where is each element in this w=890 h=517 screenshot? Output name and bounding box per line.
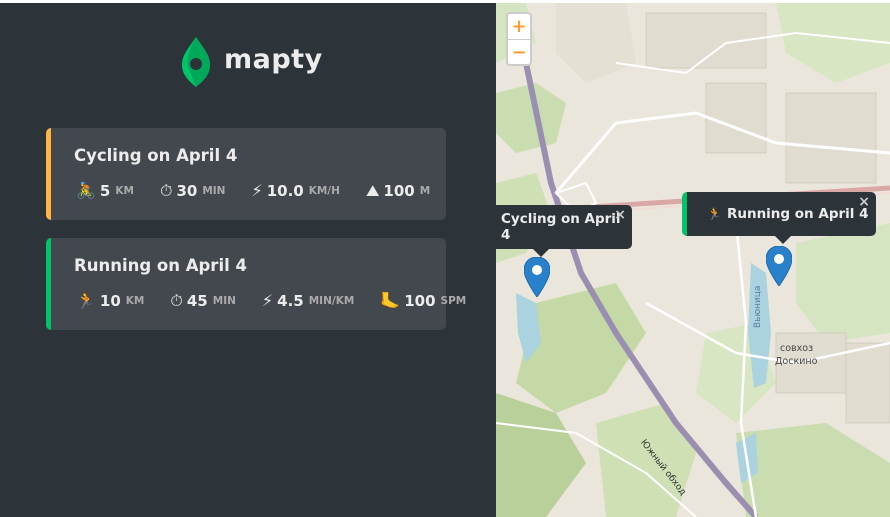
popup-tip: [775, 236, 791, 244]
map-marker-cycling-icon[interactable]: [524, 257, 550, 297]
stopwatch-icon: ⏱: [170, 291, 183, 310]
zoom-in-button[interactable]: +: [508, 14, 530, 40]
workout-cadence: 🦶 100 spm: [380, 292, 466, 310]
cadence-unit: spm: [440, 295, 467, 307]
speed-value: 10.0: [266, 182, 304, 200]
workout-duration: ⏱ 30 min: [160, 182, 226, 200]
close-icon[interactable]: ×: [614, 207, 626, 223]
distance-unit: km: [125, 295, 145, 307]
lightning-icon: ⚡: [261, 291, 274, 310]
pace-unit: min/km: [308, 295, 355, 307]
map-tiles: [496, 3, 890, 517]
runner-icon: 🏃: [76, 291, 96, 310]
distance-unit: km: [115, 185, 134, 197]
distance-value: 5: [99, 182, 111, 200]
popup-running: 🏃 Running on April 4 ×: [682, 192, 876, 244]
workout-duration: ⏱ 45 min: [170, 292, 236, 310]
workout-elevation: ⛰ 100 m: [366, 182, 430, 200]
runner-icon: 🏃: [707, 207, 722, 221]
elevation-unit: m: [419, 185, 431, 197]
mountain-icon: ⛰: [365, 181, 380, 200]
sidebar: mapty Cycling on April 4 🚴 5 km ⏱ 30 min…: [0, 3, 496, 517]
lightning-icon: ⚡: [251, 181, 263, 200]
logo: mapty: [180, 35, 323, 89]
bicycle-icon: 🚴: [76, 181, 96, 200]
close-icon[interactable]: ×: [858, 194, 870, 210]
map[interactable]: Южный обход Вьюница совхоз Доскино + − C…: [496, 3, 890, 517]
map-label-river: Вьюница: [753, 285, 763, 328]
workout-pace: ⚡ 4.5 min/km: [262, 292, 354, 310]
workout-card-running[interactable]: Running on April 4 🏃 10 km ⏱ 45 min ⚡ 4.…: [46, 238, 466, 330]
workout-details: 🏃 10 km ⏱ 45 min ⚡ 4.5 min/km 🦶 100 spm: [76, 292, 492, 310]
elevation-value: 100: [383, 182, 415, 200]
duration-value: 45: [186, 292, 208, 310]
workout-details: 🚴 5 km ⏱ 30 min ⚡ 10.0 km/h ⛰ 100 m: [76, 182, 456, 200]
pace-value: 4.5: [277, 292, 304, 310]
distance-value: 10: [99, 292, 121, 310]
duration-unit: min: [202, 185, 226, 197]
popup-text: Running on April 4: [726, 206, 869, 222]
stopwatch-icon: ⏱: [159, 181, 173, 200]
zoom-out-button[interactable]: −: [508, 40, 530, 65]
workout-title: Running on April 4: [74, 256, 247, 275]
popup-text: Cycling on April 4: [501, 211, 621, 243]
map-marker-running-icon[interactable]: [766, 246, 792, 286]
cadence-value: 100: [404, 292, 436, 310]
workout-distance: 🏃 10 km: [76, 292, 144, 310]
app-name: mapty: [224, 43, 323, 75]
workout-speed: ⚡ 10.0 km/h: [251, 182, 339, 200]
workout-distance: 🚴 5 km: [76, 182, 134, 200]
duration-unit: min: [212, 295, 236, 307]
workout-card-cycling[interactable]: Cycling on April 4 🚴 5 km ⏱ 30 min ⚡ 10.…: [46, 128, 446, 220]
map-label-village-line2: Доскино: [775, 356, 818, 367]
zoom-control: + −: [506, 12, 532, 66]
map-label-village-line1: совхоз: [780, 343, 814, 354]
speed-unit: km/h: [308, 185, 340, 197]
workout-title: Cycling on April 4: [74, 146, 238, 165]
duration-value: 30: [176, 182, 198, 200]
popup-cycling: Cycling on April 4 ×: [496, 205, 632, 257]
popup-tip: [533, 249, 549, 257]
foot-icon: 🦶: [380, 291, 401, 310]
map-pin-logo-icon: [182, 37, 210, 87]
